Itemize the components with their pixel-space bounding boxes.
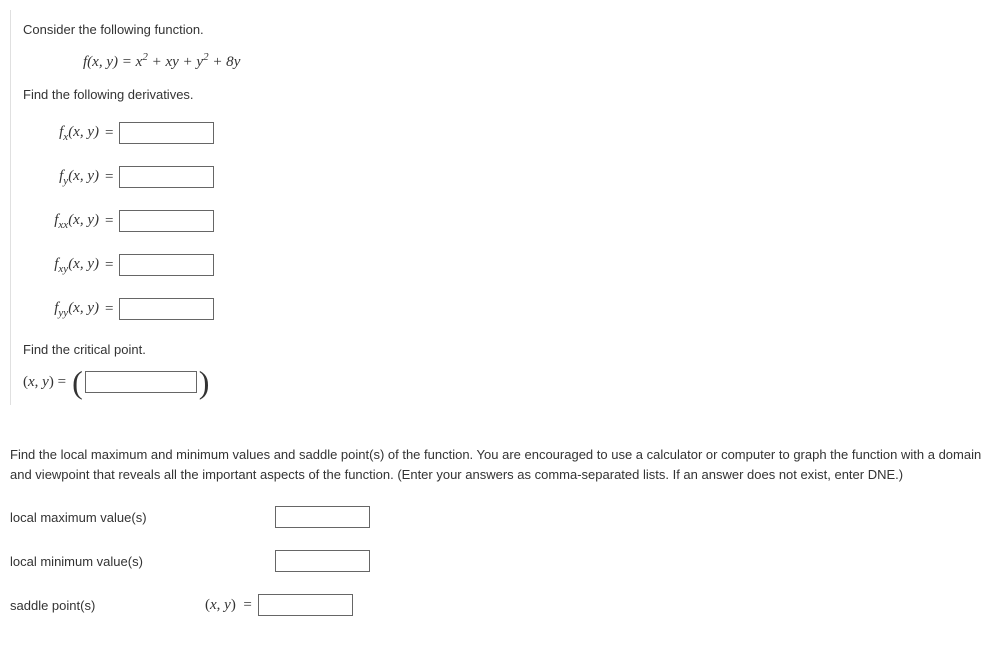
fyy-row: fyy(x, y) = bbox=[23, 298, 987, 320]
fx-input[interactable] bbox=[119, 122, 214, 144]
fyy-label: fyy(x, y) bbox=[23, 300, 103, 319]
local-max-label: local maximum value(s) bbox=[10, 510, 275, 525]
fyy-input[interactable] bbox=[119, 298, 214, 320]
intro-text: Consider the following function. bbox=[23, 22, 987, 37]
question-part-1: Consider the following function. f(x, y)… bbox=[10, 10, 987, 405]
local-min-label: local minimum value(s) bbox=[10, 554, 275, 569]
fxy-row: fxy(x, y) = bbox=[23, 254, 987, 276]
equals-sign: = bbox=[105, 257, 113, 274]
saddle-label: saddle point(s) bbox=[10, 598, 205, 613]
equals-sign: = bbox=[105, 301, 113, 318]
critical-point-row: (x, y) = ( ) bbox=[23, 371, 987, 393]
local-min-input[interactable] bbox=[275, 550, 370, 572]
right-paren-icon: ) bbox=[199, 371, 210, 393]
saddle-input[interactable] bbox=[258, 594, 353, 616]
fxx-input[interactable] bbox=[119, 210, 214, 232]
fxy-label: fxy(x, y) bbox=[23, 256, 103, 275]
function-definition: f(x, y) = x2 + xy + y2 + 8y bbox=[83, 51, 987, 71]
fxx-label: fxx(x, y) bbox=[23, 212, 103, 231]
local-min-row: local minimum value(s) bbox=[10, 550, 987, 572]
saddle-xy-label: (x, y) = bbox=[205, 597, 252, 614]
equals-sign: = bbox=[105, 213, 113, 230]
question-part-2: Find the local maximum and minimum value… bbox=[10, 445, 987, 616]
left-paren-icon: ( bbox=[72, 371, 83, 393]
fy-input[interactable] bbox=[119, 166, 214, 188]
fx-label: fx(x, y) bbox=[23, 124, 103, 143]
fxy-input[interactable] bbox=[119, 254, 214, 276]
extrema-instruction: Find the local maximum and minimum value… bbox=[10, 445, 987, 484]
local-max-input[interactable] bbox=[275, 506, 370, 528]
saddle-row: saddle point(s) (x, y) = bbox=[10, 594, 987, 616]
fy-label: fy(x, y) bbox=[23, 168, 103, 187]
fx-row: fx(x, y) = bbox=[23, 122, 987, 144]
critical-point-input[interactable] bbox=[85, 371, 197, 393]
fy-row: fy(x, y) = bbox=[23, 166, 987, 188]
fxx-row: fxx(x, y) = bbox=[23, 210, 987, 232]
equals-sign: = bbox=[105, 125, 113, 142]
crit-xy-label: (x, y) = bbox=[23, 374, 66, 391]
equals-sign: = bbox=[105, 169, 113, 186]
local-max-row: local maximum value(s) bbox=[10, 506, 987, 528]
find-critical-text: Find the critical point. bbox=[23, 342, 987, 357]
critical-point-section: Find the critical point. (x, y) = ( ) bbox=[23, 342, 987, 393]
find-derivatives-text: Find the following derivatives. bbox=[23, 87, 987, 102]
